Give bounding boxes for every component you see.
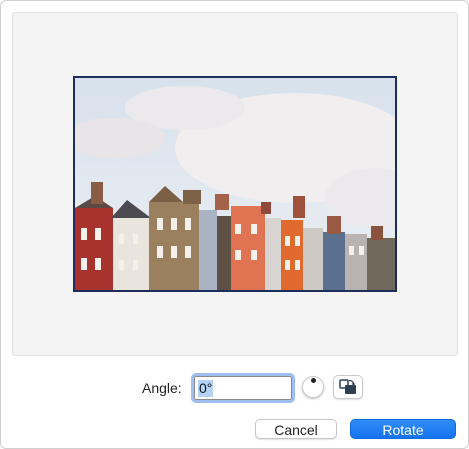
angle-label: Angle: bbox=[142, 380, 182, 396]
rotate-button[interactable]: Rotate bbox=[350, 419, 456, 439]
cancel-button[interactable]: Cancel bbox=[255, 419, 337, 439]
image-preview-area bbox=[12, 12, 458, 356]
angle-input[interactable] bbox=[191, 373, 295, 403]
rotation-dial-icon[interactable] bbox=[302, 376, 324, 398]
dial-indicator bbox=[311, 378, 316, 383]
rotate-90-button[interactable] bbox=[333, 375, 363, 399]
rotate-dialog: Angle: 0° Cancel Rotate bbox=[0, 0, 469, 449]
angle-row: Angle: 0° bbox=[1, 373, 468, 403]
townhouses-photo bbox=[75, 78, 395, 290]
image-preview bbox=[73, 76, 397, 292]
rotate-90-icon bbox=[339, 379, 356, 394]
